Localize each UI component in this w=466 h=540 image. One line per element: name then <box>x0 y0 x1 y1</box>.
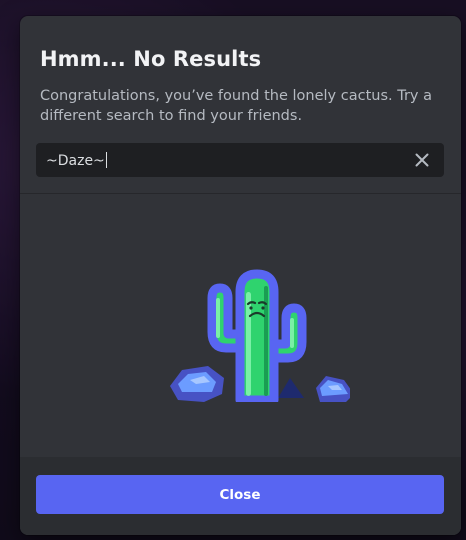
modal-header: Hmm... No Results Congratulations, you’v… <box>20 16 461 126</box>
no-results-modal: Hmm... No Results Congratulations, you’v… <box>20 16 461 535</box>
close-button[interactable]: Close <box>36 475 444 514</box>
modal-title: Hmm... No Results <box>40 47 262 71</box>
search-input[interactable]: ~Daze~ <box>46 151 410 169</box>
modal-subtitle: Congratulations, you’ve found the lonely… <box>40 88 432 124</box>
clear-search-button[interactable] <box>410 148 434 172</box>
divider <box>20 193 461 194</box>
close-icon <box>415 153 429 167</box>
sad-cactus-illustration <box>170 269 350 402</box>
text-caret <box>105 151 107 168</box>
search-field[interactable]: ~Daze~ <box>36 143 444 177</box>
